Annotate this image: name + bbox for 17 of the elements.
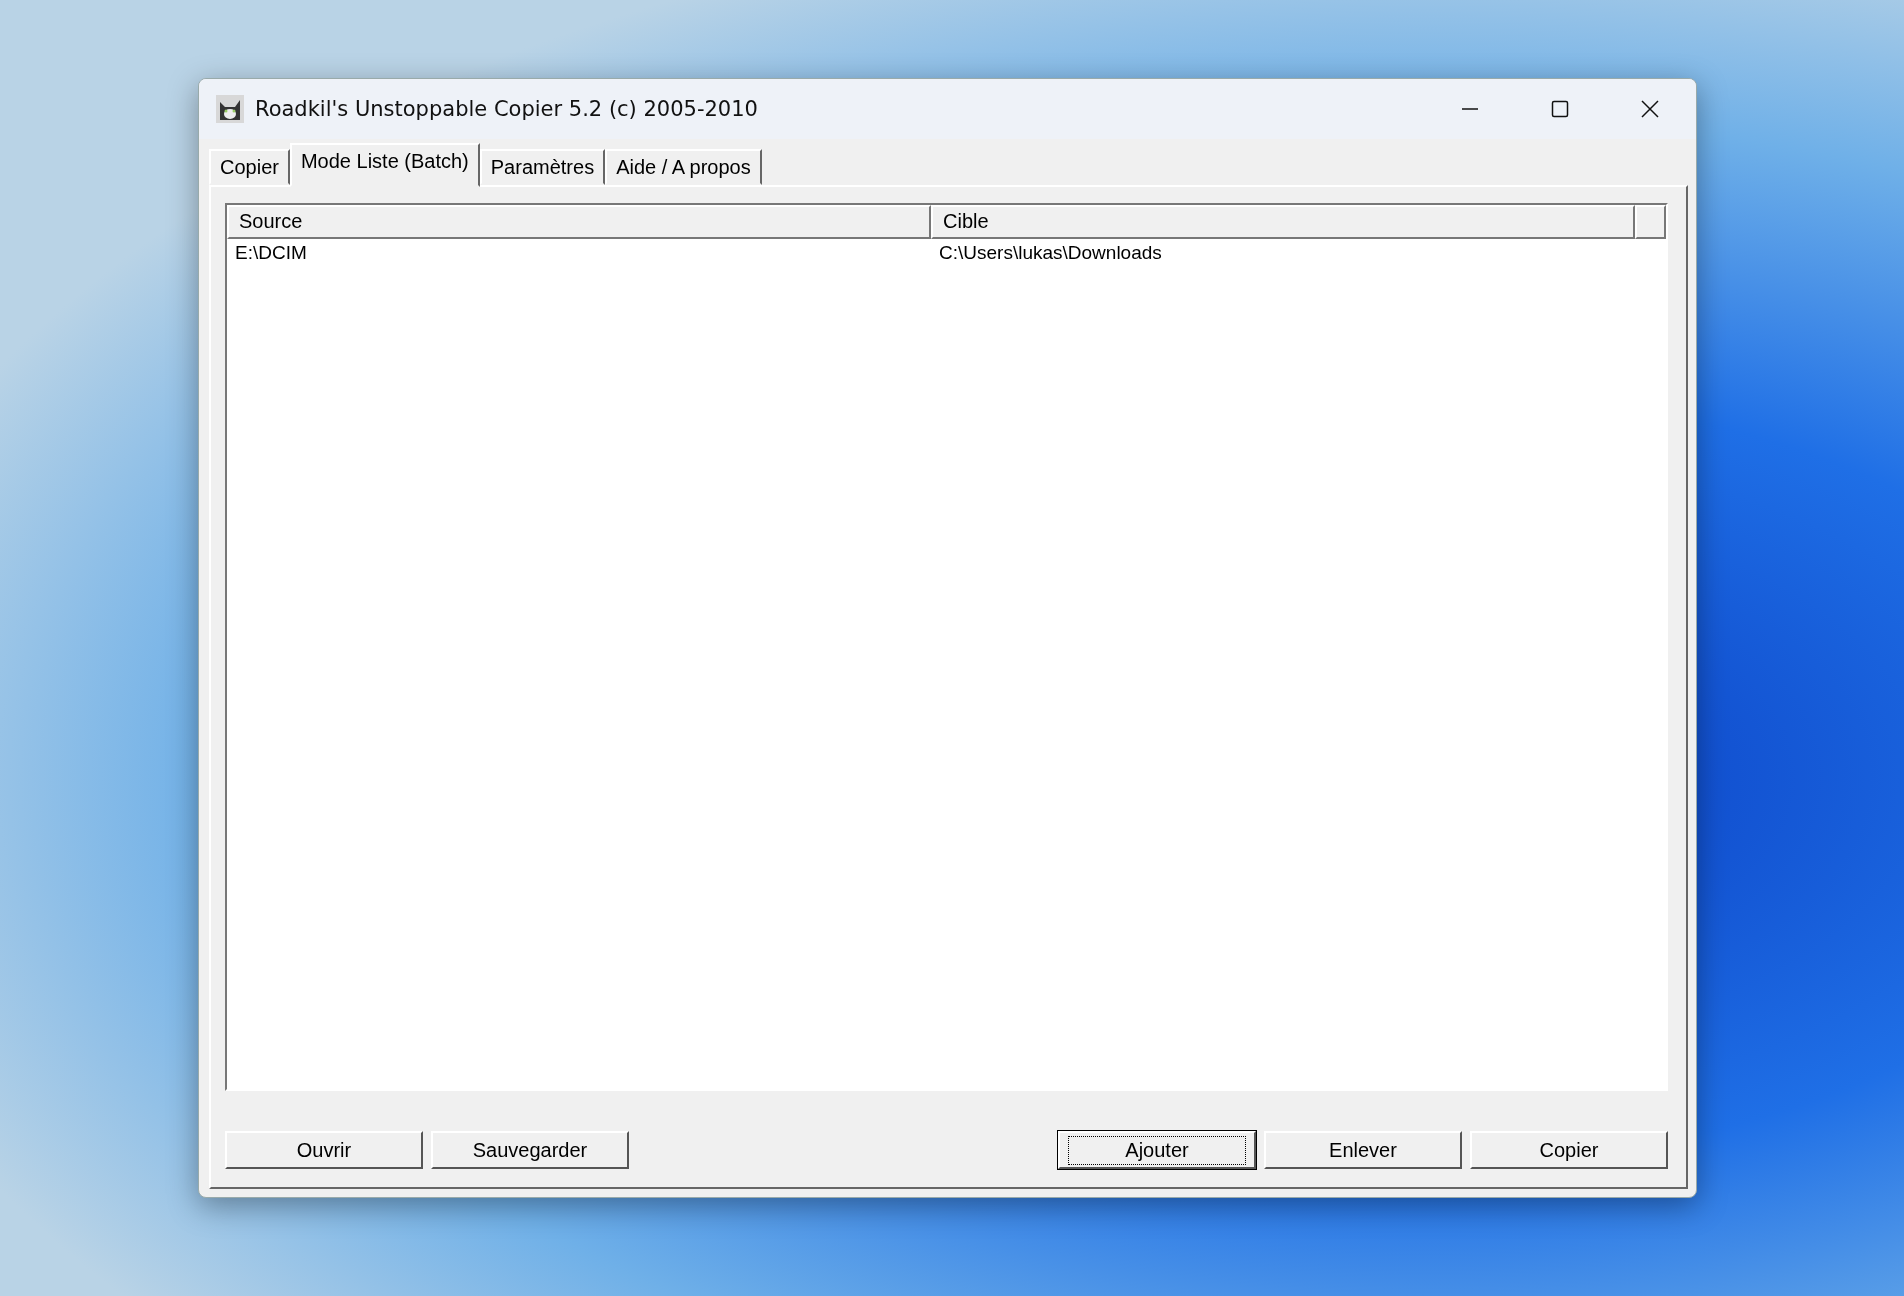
cat-icon <box>215 94 245 124</box>
tab[interactable]: Aide / A propos <box>605 149 762 185</box>
dialog-button[interactable]: Ouvrir <box>225 1131 423 1169</box>
close-icon[interactable] <box>1640 99 1660 119</box>
tab[interactable]: Mode Liste (Batch) <box>289 143 480 187</box>
tab[interactable]: Paramètres <box>479 149 606 185</box>
table-cell-text: C:\Users\lukas\Downloads <box>938 242 1163 264</box>
column-header[interactable]: Source <box>227 205 931 239</box>
dialog-button[interactable]: Ajouter <box>1058 1131 1256 1169</box>
tab[interactable]: Copier <box>209 149 290 185</box>
dialog-button[interactable]: Enlever <box>1264 1131 1462 1169</box>
table-cell-text: E:\DCIM <box>234 242 308 264</box>
dialog-button[interactable]: Sauvegarder <box>431 1131 629 1169</box>
maximize-icon[interactable] <box>1550 99 1570 119</box>
window-title: Roadkil's Unstoppable Copier 5.2 (c) 2005-2010 <box>255 97 758 121</box>
dialog-button[interactable]: Copier <box>1470 1131 1668 1169</box>
column-header[interactable]: Cible <box>931 205 1635 239</box>
